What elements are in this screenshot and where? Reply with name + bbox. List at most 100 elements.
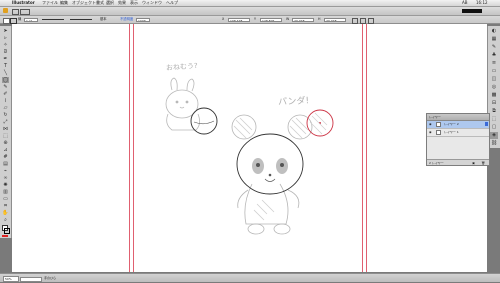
none-color-icon[interactable] (2, 235, 8, 237)
menu-app-name[interactable]: Illustrator (12, 0, 35, 6)
menu-view[interactable]: 表示 (130, 0, 138, 6)
h-field[interactable]: 23.078 (324, 17, 346, 22)
zoom-level-field[interactable]: 50% (3, 276, 19, 282)
selected-circle-shape (306, 109, 334, 137)
brushes-panel-icon[interactable]: ✎ (490, 44, 498, 51)
pen-tool-icon[interactable]: ✒ (2, 56, 9, 62)
transform-icon[interactable] (352, 17, 358, 24)
blob-brush-icon[interactable]: ⌇ (2, 98, 9, 104)
layer-color-tab (485, 122, 488, 126)
scale-tool-icon[interactable]: ⤢ (2, 119, 9, 125)
menu-edit[interactable]: 編集 (60, 0, 68, 6)
fill-color-icon[interactable] (3, 17, 10, 24)
blend-tool-icon[interactable]: ∞ (2, 175, 9, 181)
small-circle-shape (190, 107, 218, 135)
w-label: W (286, 17, 290, 21)
eyedropper-tool-icon[interactable]: ⌁ (2, 168, 9, 174)
zoom-tool-icon[interactable]: ⌕ (2, 217, 9, 223)
panel-menu-icon[interactable] (368, 17, 374, 24)
application-bar (0, 7, 500, 16)
layers-panel: レイヤー ◉ レイヤー 2 ◉ レイヤー 1 2 レイヤー ▣ 🗑 (426, 113, 490, 166)
delete-layer-icon[interactable]: 🗑 (481, 160, 485, 166)
stroke-panel-icon[interactable]: ≡ (490, 60, 498, 67)
h-label: H (318, 17, 321, 21)
arrange-documents-icon[interactable] (20, 9, 30, 15)
y-label: Y (254, 17, 257, 21)
y-field[interactable]: 128.896 (260, 17, 282, 22)
pathfinder-panel-icon[interactable]: ⧉ (490, 108, 498, 115)
opacity-label[interactable]: 不透明度 (120, 16, 133, 23)
isolate-icon[interactable] (360, 17, 366, 24)
appearance-panel-icon[interactable]: ◎ (490, 84, 498, 91)
magic-wand-icon[interactable]: ✧ (2, 42, 9, 48)
layer-row[interactable]: ◉ レイヤー 1 (427, 129, 489, 137)
layer-name: レイヤー 2 (444, 122, 459, 126)
artboard-canvas[interactable]: おねむう? パンダ! (12, 24, 487, 272)
shape-builder-icon[interactable]: ⊕ (2, 140, 9, 146)
links-panel-icon[interactable]: ⛓ (490, 140, 498, 147)
swatches-panel-icon[interactable]: ▦ (490, 36, 498, 43)
rotate-tool-icon[interactable]: ↻ (2, 112, 9, 118)
x-field[interactable]: 198.478 (228, 17, 250, 22)
paintbrush-tool-icon[interactable]: ✎ (2, 84, 9, 90)
perspective-grid-icon[interactable]: ⊿ (2, 147, 9, 153)
lasso-tool-icon[interactable]: ᘐ (2, 49, 9, 55)
bridge-icon[interactable] (12, 9, 19, 15)
layer-row[interactable]: ◉ レイヤー 2 (427, 121, 489, 129)
menu-window[interactable]: ウィンドウ (142, 0, 162, 6)
pencil-tool-icon[interactable]: ✐ (2, 91, 9, 97)
x-label: X (222, 17, 225, 21)
menu-file[interactable]: ファイル (42, 0, 58, 6)
opacity-field[interactable]: 100% (136, 17, 150, 22)
battery-status: AB (462, 0, 468, 5)
menu-type[interactable]: 書式 (96, 0, 104, 6)
ai-logo-icon (3, 8, 8, 13)
graphic-styles-icon[interactable]: ▩ (490, 92, 498, 99)
layer-count: 2 レイヤー (429, 161, 444, 165)
mesh-tool-icon[interactable]: # (2, 154, 9, 160)
hand-tool-icon[interactable]: ✋ (2, 210, 9, 216)
symbols-panel-icon[interactable]: ♣ (490, 52, 498, 59)
color-panel-icon[interactable]: ◐ (490, 28, 498, 35)
selection-tool-icon[interactable]: ➤ (2, 28, 9, 34)
graph-tool-icon[interactable]: ▥ (2, 189, 9, 195)
align-panel-icon[interactable]: ⊟ (490, 100, 498, 107)
stroke-color-icon[interactable] (10, 17, 17, 24)
visibility-eye-icon[interactable]: ◉ (429, 129, 433, 136)
w-field[interactable]: 23.078 (292, 17, 314, 22)
layers-panel-icon[interactable]: ◈ (490, 132, 498, 139)
slice-tool-icon[interactable]: ⌗ (2, 203, 9, 209)
layer-thumbnail (436, 130, 441, 135)
menu-help[interactable]: ヘルプ (166, 0, 178, 6)
transparency-panel-icon[interactable]: ◫ (490, 76, 498, 83)
brush-definition[interactable] (70, 19, 92, 20)
type-tool-icon[interactable]: T (2, 63, 9, 69)
menu-effect[interactable]: 効果 (118, 0, 126, 6)
workspace-switcher[interactable] (462, 9, 482, 13)
gradient-tool-icon[interactable]: ▤ (2, 161, 9, 167)
gradient-panel-icon[interactable]: ▭ (490, 68, 498, 75)
menu-select[interactable]: 選択 (106, 0, 114, 6)
direct-selection-tool-icon[interactable]: ▹ (2, 35, 9, 41)
variable-width-profile[interactable] (42, 19, 64, 20)
menu-object[interactable]: オブジェクト (72, 0, 96, 6)
sketch-text-right: パンダ! (277, 96, 310, 108)
free-transform-icon[interactable]: ⬚ (2, 133, 9, 139)
width-tool-icon[interactable]: ⋈ (2, 126, 9, 132)
ellipse-tool-icon[interactable]: ◯ (2, 77, 9, 83)
visibility-eye-icon[interactable]: ◉ (429, 121, 433, 128)
menubar: Illustrator ファイル 編集 オブジェクト 書式 選択 効果 表示 ウ… (0, 0, 500, 7)
artboards-panel-icon[interactable]: ▢ (490, 124, 498, 131)
symbol-sprayer-icon[interactable]: ✺ (2, 182, 9, 188)
line-tool-icon[interactable]: ╲ (2, 70, 9, 76)
stroke-swatch[interactable] (4, 228, 10, 234)
panda-sketch (231, 114, 313, 235)
stroke-weight-field[interactable]: 1 pt (24, 17, 38, 22)
sketch-artwork (165, 77, 334, 235)
style-label: 基本 (100, 17, 107, 21)
new-layer-icon[interactable]: ▣ (472, 160, 475, 166)
transform-panel-icon[interactable]: ⬚ (490, 116, 498, 123)
layers-panel-header[interactable]: レイヤー (427, 114, 489, 121)
artboard-tool-icon[interactable]: ▭ (2, 196, 9, 202)
eraser-tool-icon[interactable]: ▱ (2, 105, 9, 111)
